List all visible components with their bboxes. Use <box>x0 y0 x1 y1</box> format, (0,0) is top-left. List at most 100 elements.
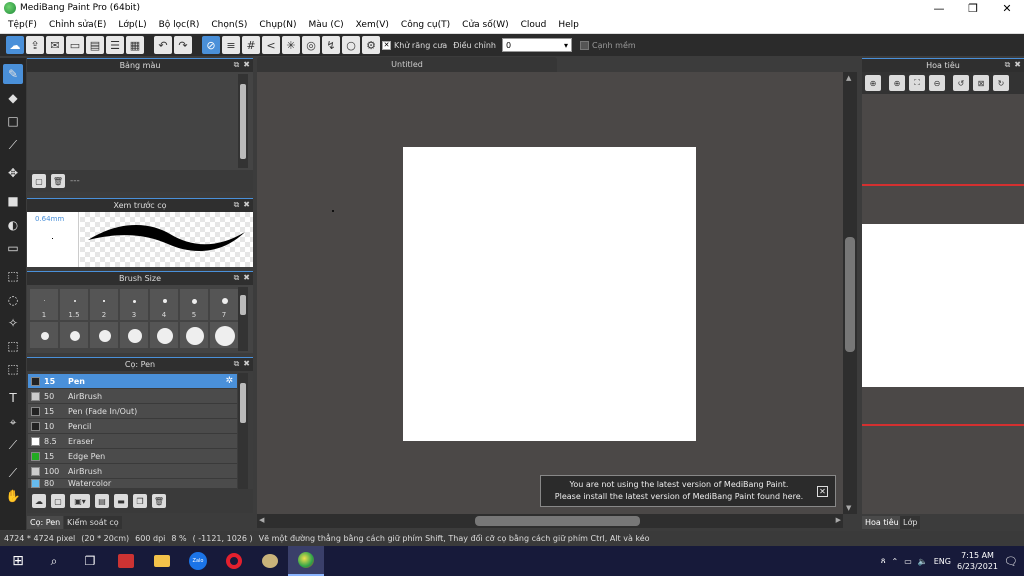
zoom-out-icon[interactable]: ⊖ <box>929 75 945 91</box>
notifications-icon[interactable]: 🗨 <box>1004 555 1018 568</box>
menu-help[interactable]: Help <box>552 20 585 30</box>
menu-cloud[interactable]: Cloud <box>515 20 553 30</box>
magic-wand-icon[interactable]: ✧ <box>3 313 23 333</box>
brush-item-pen-fade[interactable]: 15 Pen (Fade In/Out) <box>28 404 237 419</box>
close-panel-icon[interactable]: ✖ <box>1014 60 1021 70</box>
paint-tool-app-icon[interactable] <box>252 546 288 576</box>
undock-icon[interactable]: ⧉ <box>1005 60 1011 70</box>
new-brush-icon[interactable]: ▢ <box>51 494 65 508</box>
cloud-icon[interactable]: ☁ <box>6 36 24 54</box>
chat-icon[interactable]: ✉ <box>46 36 64 54</box>
canvas-hscroll[interactable]: ◀ ▶ <box>257 514 843 528</box>
undock-icon[interactable]: ⧉ <box>234 273 240 283</box>
shape-tool-icon[interactable]: ■ <box>3 191 23 211</box>
page-icon[interactable]: ▤ <box>86 36 104 54</box>
list-icon[interactable]: ☰ <box>106 36 124 54</box>
brush-tool-icon[interactable]: ✎ <box>3 64 23 84</box>
vanishing-snap-icon[interactable]: < <box>262 36 280 54</box>
comment-icon[interactable]: ▭ <box>66 36 84 54</box>
cloud-brush-icon[interactable]: ☁ <box>32 494 46 508</box>
graduation-tool-icon[interactable]: ⟋ <box>3 135 23 155</box>
crisscross-snap-icon[interactable]: # <box>242 36 260 54</box>
tab-navigator[interactable]: Hoa tiêu <box>862 516 902 529</box>
clock[interactable]: 7:15 AM 6/23/2021 <box>957 550 998 572</box>
undock-icon[interactable]: ⧉ <box>234 359 240 369</box>
medibang-app-icon[interactable] <box>288 546 324 576</box>
brush-size-cell[interactable]: 3 <box>119 288 149 321</box>
gear-icon[interactable]: ✲ <box>225 376 233 386</box>
network-icon[interactable]: ▭ <box>904 557 912 566</box>
brush-size-cell[interactable] <box>179 321 209 349</box>
tab-brush-pen[interactable]: Cọ: Pen <box>27 516 64 529</box>
zoom-in-icon[interactable]: ⊕ <box>865 75 881 91</box>
tab-brush-control[interactable]: Kiểm soát cọ <box>64 516 122 529</box>
menu-file[interactable]: Tệp(F) <box>2 20 43 30</box>
new-color-icon[interactable]: ▢ <box>32 174 46 188</box>
menu-capture[interactable]: Chụp(N) <box>253 20 302 30</box>
fit-screen-icon[interactable]: ⛶ <box>909 75 925 91</box>
close-icon[interactable]: ✕ <box>817 485 828 497</box>
opera-browser-icon[interactable] <box>216 546 252 576</box>
concentric-snap-icon[interactable]: ◎ <box>302 36 320 54</box>
menu-color[interactable]: Màu (C) <box>303 20 350 30</box>
zoom-in-step-icon[interactable]: ⊕ <box>889 75 905 91</box>
reset-rotation-icon[interactable]: ⊠ <box>973 75 989 91</box>
text-tool-icon[interactable]: T <box>3 388 23 408</box>
brush-size-cell[interactable] <box>59 321 89 349</box>
bucket-tool-icon[interactable]: ◐ <box>3 215 23 235</box>
search-icon[interactable]: ⌕ <box>36 546 72 576</box>
volume-icon[interactable]: 🔈 <box>918 557 928 566</box>
upload-icon[interactable]: ⇪ <box>26 36 44 54</box>
trash-icon[interactable]: 🗑 <box>51 174 65 188</box>
navigator-preview[interactable] <box>862 94 1024 514</box>
close-panel-icon[interactable]: ✖ <box>243 273 250 283</box>
undock-icon[interactable]: ⧉ <box>234 200 240 210</box>
menu-window[interactable]: Cửa số(W) <box>456 20 514 30</box>
brush-size-cell[interactable]: 4 <box>149 288 179 321</box>
color-scrollbar[interactable] <box>238 74 248 168</box>
language-indicator[interactable]: ENG <box>934 557 951 566</box>
brush-size-cell[interactable] <box>29 321 59 349</box>
menu-tools[interactable]: Công cụ(T) <box>395 20 456 30</box>
person-icon[interactable]: ጸ <box>881 556 886 566</box>
tab-layer[interactable]: Lớp <box>900 516 921 529</box>
operation-tool-icon[interactable]: ⌖ <box>3 412 23 432</box>
brush-item-eraser[interactable]: 8.5 Eraser <box>28 434 237 449</box>
brush-size-cell[interactable]: 1 <box>29 288 59 321</box>
undo-icon[interactable]: ↶ <box>154 36 172 54</box>
brush-item-edge-pen[interactable]: 15 Edge Pen <box>28 449 237 464</box>
select-tool-icon[interactable]: ⬚ <box>3 266 23 286</box>
close-panel-icon[interactable]: ✖ <box>243 60 250 70</box>
hand-tool-icon[interactable]: ✋ <box>3 486 23 506</box>
select-pen-icon[interactable]: ⬚ <box>3 336 23 356</box>
chevron-up-icon[interactable]: ⌃ <box>892 557 899 566</box>
parallel-snap-icon[interactable]: ≡ <box>222 36 240 54</box>
antialias-checkbox[interactable]: ✕ <box>382 40 391 50</box>
gradient-tool-icon[interactable]: ▭ <box>3 238 23 258</box>
brush-properties-icon[interactable]: ▤ <box>95 494 109 508</box>
minimize-button[interactable]: — <box>922 0 956 16</box>
canvas-tab[interactable]: Untitled <box>257 57 557 72</box>
brush-item-pencil[interactable]: 10 Pencil <box>28 419 237 434</box>
brush-item-pen[interactable]: 15 Pen ✲ <box>28 374 237 389</box>
add-brush-dropdown-icon[interactable]: ▣▾ <box>70 494 90 508</box>
undock-icon[interactable]: ⧉ <box>234 60 240 70</box>
windows-start-icon[interactable]: ⊞ <box>0 546 36 576</box>
eyedropper-icon[interactable]: ⟋ <box>3 463 23 483</box>
brush-list-scrollbar[interactable] <box>238 373 248 489</box>
circle-snap-icon[interactable]: ○ <box>342 36 360 54</box>
brush-size-cell[interactable]: 7 <box>209 288 239 321</box>
brush-size-cell[interactable] <box>209 321 239 349</box>
folder-icon[interactable]: ▬ <box>114 494 128 508</box>
brush-size-scrollbar[interactable] <box>238 287 248 351</box>
divide-tool-icon[interactable]: ⟋ <box>3 435 23 455</box>
snap-off-icon[interactable]: ⊘ <box>202 36 220 54</box>
settings-icon[interactable]: ⚙ <box>362 36 380 54</box>
photos-app-icon[interactable] <box>108 546 144 576</box>
maximize-button[interactable]: ❐ <box>956 0 990 16</box>
canvas-vscroll[interactable]: ▲ ▼ <box>843 72 857 514</box>
copy-icon[interactable]: ❐ <box>133 494 147 508</box>
radial-snap-icon[interactable]: ✳ <box>282 36 300 54</box>
brush-item-airbrush[interactable]: 50 AirBrush <box>28 389 237 404</box>
select-eraser-icon[interactable]: ⬚ <box>3 359 23 379</box>
